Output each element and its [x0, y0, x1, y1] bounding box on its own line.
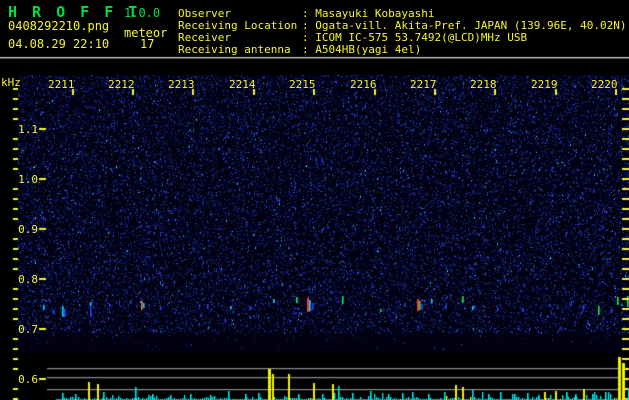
time-tick-label: 2214: [229, 78, 256, 91]
time-tick-label: 2218: [470, 78, 497, 91]
info-sep: :: [302, 43, 316, 56]
freq-tick-label: 1.1: [18, 123, 38, 136]
info-row-antenna: Receiving antenna: A504HB(yagi 4el): [178, 43, 421, 56]
time-tick-label: 2217: [410, 78, 437, 91]
echo-count: 17: [140, 37, 155, 51]
freq-tick-label: 0.7: [18, 323, 38, 336]
freq-tick-label: 0.8: [18, 273, 38, 286]
datetime-label: 04.08.29 22:10: [8, 37, 110, 51]
time-tick-label: 2215: [289, 78, 316, 91]
output-filename: 0408292210.png: [8, 19, 110, 33]
time-tick-label: 2211: [48, 78, 75, 91]
freq-tick-label: 1.0: [18, 173, 38, 186]
info-label: Receiving antenna: [178, 43, 291, 56]
hrofft-output-image: H R O F F T 1.0.0 0408292210.png meteor …: [0, 0, 629, 400]
time-tick-label: 2219: [531, 78, 558, 91]
freq-tick-label: 0.9: [18, 223, 38, 236]
app-title: H R O F F T: [8, 3, 141, 21]
time-tick-label: 2213: [168, 78, 195, 91]
info-value: A504HB(yagi 4el): [315, 43, 422, 56]
time-tick-label: 2212: [108, 78, 135, 91]
app-version: 1.0.0: [124, 6, 161, 20]
time-tick-label: 2216: [350, 78, 377, 91]
time-tick-label: 2220: [591, 78, 618, 91]
frequency-axis-unit: kHz: [1, 76, 21, 89]
freq-tick-label: 0.6: [18, 373, 38, 386]
spectrogram-canvas: [0, 0, 629, 400]
